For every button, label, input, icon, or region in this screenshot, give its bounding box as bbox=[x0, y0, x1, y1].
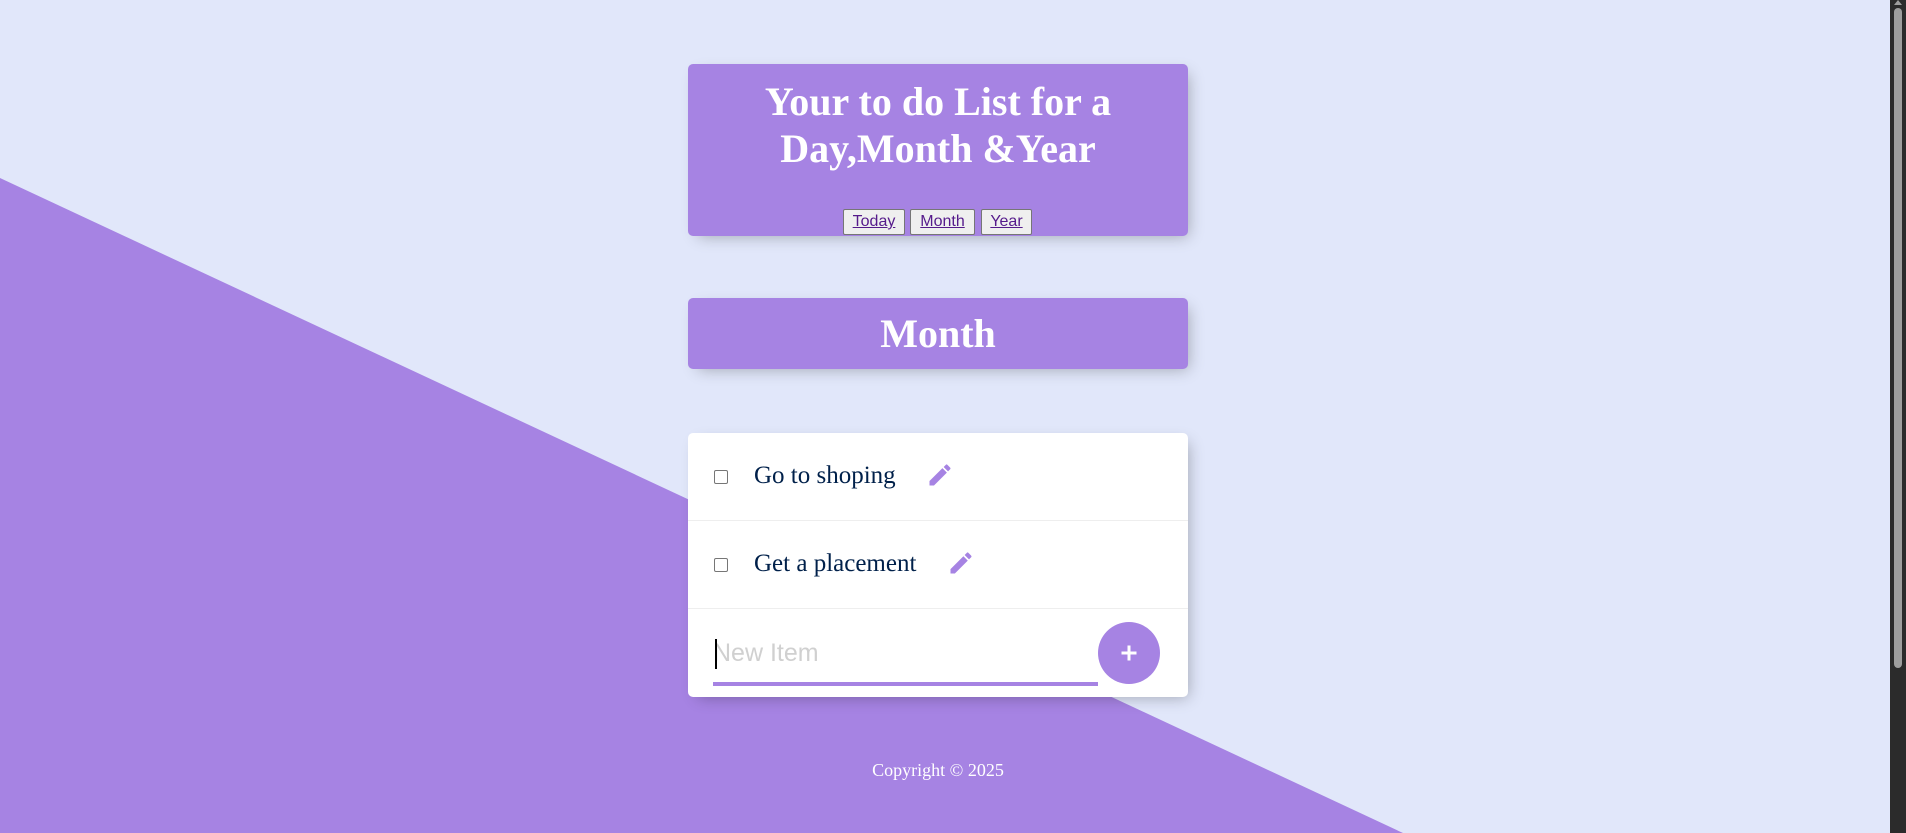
page-title-line-2: Day,Month &Year bbox=[780, 126, 1096, 171]
page-title-line-1: Your to do List for a bbox=[764, 79, 1112, 124]
new-item-input[interactable] bbox=[713, 618, 1098, 686]
pencil-icon[interactable] bbox=[947, 549, 975, 577]
item-text: Get a placement bbox=[754, 550, 917, 577]
todo-list: Go to shoping Get a placement bbox=[688, 433, 1188, 697]
scrollbar[interactable] bbox=[1890, 0, 1906, 833]
page-title: Your to do List for a Day,Month &Year bbox=[688, 64, 1188, 172]
tab-year[interactable]: Year bbox=[981, 209, 1032, 235]
text-caret bbox=[715, 639, 717, 669]
heading-box: Your to do List for a Day,Month &Year To… bbox=[688, 64, 1188, 236]
tab-month[interactable]: Month bbox=[910, 209, 975, 235]
item-checkbox[interactable] bbox=[714, 470, 728, 484]
add-item-button[interactable] bbox=[1098, 622, 1160, 684]
item-text: Go to shoping bbox=[754, 462, 896, 489]
footer-copyright: Copyright © 2025 bbox=[872, 760, 1004, 780]
item-checkbox[interactable] bbox=[714, 558, 728, 572]
list-item: Go to shoping bbox=[688, 433, 1188, 521]
plus-icon bbox=[1121, 645, 1137, 661]
list-title-box: Month bbox=[688, 298, 1188, 369]
scrollbar-thumb[interactable] bbox=[1894, 8, 1902, 668]
list-item: Get a placement bbox=[688, 521, 1188, 609]
list-title: Month bbox=[880, 311, 996, 356]
scroll-up-icon[interactable] bbox=[1894, 0, 1902, 5]
pencil-icon[interactable] bbox=[926, 461, 954, 489]
tab-today[interactable]: Today bbox=[843, 209, 905, 235]
